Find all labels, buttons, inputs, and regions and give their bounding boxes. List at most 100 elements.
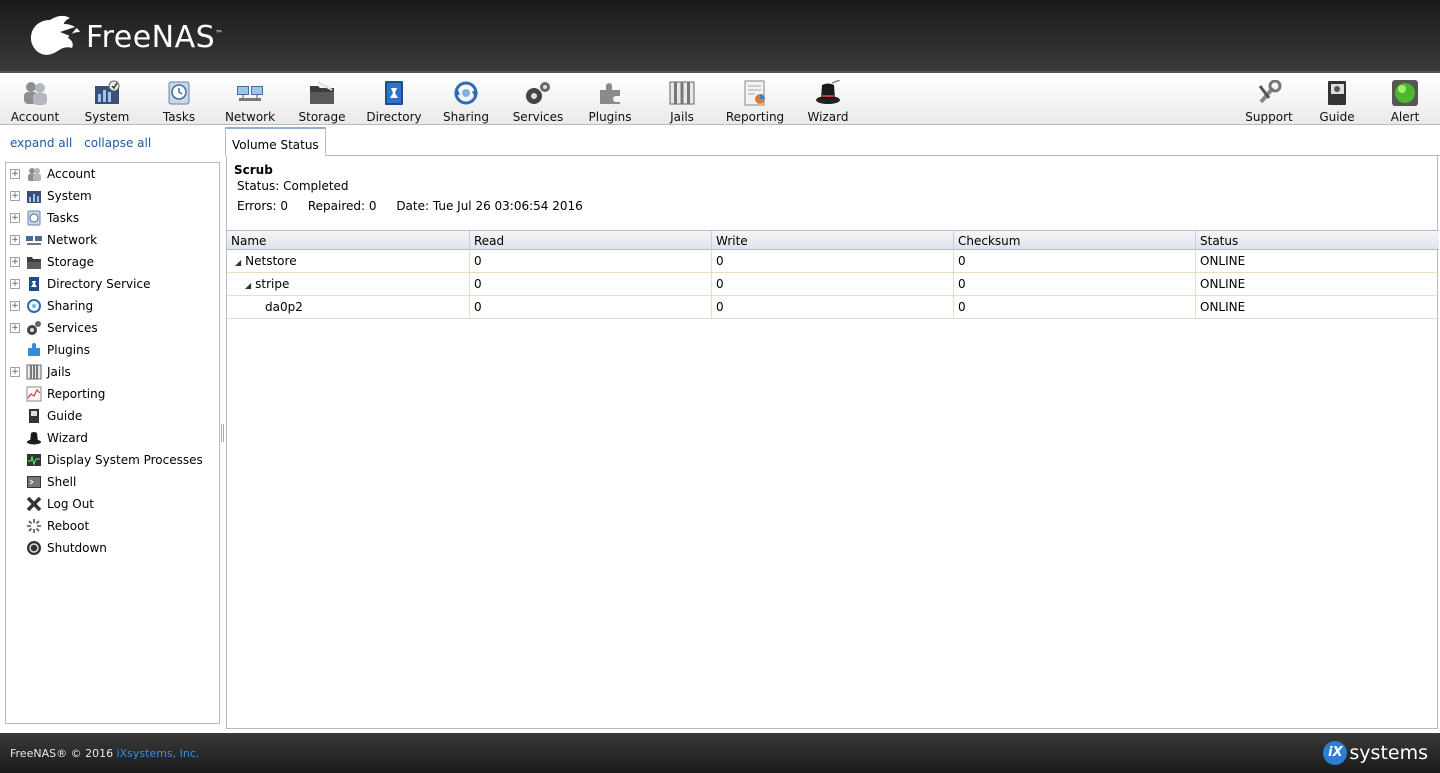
tree-item-sharing[interactable]: + Sharing	[6, 295, 219, 317]
volume-status-grid: Name Read Write Checksum Status ◢ Netstor…	[227, 230, 1439, 319]
tree-item-display-system-processes[interactable]: Display System Processes	[6, 449, 219, 471]
services-icon	[526, 82, 550, 104]
network-icon	[237, 86, 263, 101]
expand-toggle[interactable]: +	[10, 279, 20, 289]
tasks-icon	[168, 81, 190, 105]
row-read-cell: 0	[470, 296, 712, 318]
toolbar-wizard-button[interactable]: Wizard	[792, 78, 864, 124]
reboot-icon	[27, 519, 41, 533]
toolbar-sharing-button[interactable]: Sharing	[430, 78, 502, 124]
network-icon	[26, 236, 42, 245]
tree-item-shell[interactable]: Shell	[6, 471, 219, 493]
tree-item-account[interactable]: + Account	[6, 163, 219, 185]
tree-item-log-out[interactable]: Log Out	[6, 493, 219, 515]
collapse-triangle-icon[interactable]: ◢	[245, 275, 251, 297]
ixsystems-link[interactable]: iXsystems, Inc.	[117, 747, 200, 760]
scrub-date: Date: Tue Jul 26 03:06:54 2016	[396, 199, 583, 213]
volume-status-panel: Scrub Status: Completed Errors: 0 Repair…	[226, 156, 1439, 729]
toolbar-directory-button[interactable]: Directory	[358, 78, 430, 124]
expand-toggle[interactable]: +	[10, 301, 20, 311]
tasks-icon	[27, 210, 41, 226]
column-header-status[interactable]: Status	[1196, 231, 1439, 250]
scrub-repaired: Repaired: 0	[307, 199, 377, 213]
sharing-icon	[454, 81, 478, 105]
content-tab-bar: Volume Status	[225, 127, 1440, 156]
account-icon	[28, 168, 41, 181]
tree-item-plugins[interactable]: Plugins	[6, 339, 219, 361]
row-write-cell: 0	[712, 273, 954, 295]
account-icon	[24, 82, 47, 105]
tree-item-guide[interactable]: Guide	[6, 405, 219, 427]
directory-icon	[385, 81, 403, 105]
row-name-cell: ◢ Netstore	[227, 250, 470, 272]
tree-item-wizard[interactable]: Wizard	[6, 427, 219, 449]
toolbar-plugins-button[interactable]: Plugins	[574, 78, 646, 124]
row-read-cell: 0	[470, 250, 712, 272]
ixsystems-logo[interactable]: iX systems	[1323, 741, 1428, 765]
shutdown-icon	[27, 541, 41, 555]
system-icon	[95, 80, 120, 104]
toolbar-storage-button[interactable]: Storage	[286, 78, 358, 124]
tree-item-services[interactable]: + Services	[6, 317, 219, 339]
row-status-cell: ONLINE	[1200, 277, 1246, 291]
column-header-checksum[interactable]: Checksum	[954, 231, 1196, 250]
tree-item-jails[interactable]: + Jails	[6, 361, 219, 383]
table-row[interactable]: ◢ stripe 0 0 0 ONLINE	[227, 273, 1439, 296]
expand-toggle[interactable]: +	[10, 213, 20, 223]
services-icon	[27, 321, 41, 335]
collapse-triangle-icon[interactable]: ◢	[235, 252, 241, 274]
toolbar-reporting-button[interactable]: Reporting	[719, 78, 791, 124]
directory-icon	[29, 277, 39, 291]
expand-all-link[interactable]: expand all	[10, 136, 72, 150]
jails-icon	[26, 364, 42, 380]
tree-item-shutdown[interactable]: Shutdown	[6, 537, 219, 559]
expand-toggle[interactable]: +	[10, 191, 20, 201]
collapse-all-link[interactable]: collapse all	[84, 136, 151, 150]
footer-copyright: FreeNAS® © 2016 iXsystems, Inc.	[10, 747, 200, 760]
ix-badge-icon: iX	[1323, 741, 1348, 765]
tree-item-reboot[interactable]: Reboot	[6, 515, 219, 537]
row-checksum-cell: 0	[954, 273, 1196, 295]
scrub-heading: Scrub	[234, 163, 273, 177]
scrub-status: Status: Completed	[237, 179, 349, 193]
table-row[interactable]: da0p2 0 0 0 ONLINE	[227, 296, 1439, 319]
tree-item-network[interactable]: + Network	[6, 229, 219, 251]
tab-volume-status[interactable]: Volume Status	[225, 127, 326, 156]
freenas-logo[interactable]: FreeNAS™	[26, 14, 224, 60]
wizard-icon	[27, 432, 41, 445]
row-checksum-cell: 0	[954, 296, 1196, 318]
toolbar-support-button[interactable]: Support	[1233, 78, 1305, 124]
expand-toggle[interactable]: +	[10, 323, 20, 333]
row-read-cell: 0	[470, 273, 712, 295]
column-header-name[interactable]: Name	[227, 231, 470, 250]
tree-expand-controls: expand all collapse all	[10, 136, 159, 150]
table-row[interactable]: ◢ Netstore 0 0 0 ONLINE	[227, 250, 1439, 273]
pane-splitter-handle[interactable]	[221, 424, 224, 442]
row-status-cell: ONLINE	[1200, 254, 1246, 268]
toolbar-tasks-button[interactable]: Tasks	[143, 78, 215, 124]
column-header-write[interactable]: Write	[712, 231, 954, 250]
toolbar-alert-button[interactable]: Alert	[1369, 78, 1440, 124]
row-write-cell: 0	[712, 296, 954, 318]
tree-item-reporting[interactable]: Reporting	[6, 383, 219, 405]
column-header-read[interactable]: Read	[470, 231, 712, 250]
toolbar-network-button[interactable]: Network	[214, 78, 286, 124]
expand-toggle[interactable]: +	[10, 235, 20, 245]
reporting-icon	[26, 386, 42, 402]
toolbar-guide-button[interactable]: Guide	[1301, 78, 1373, 124]
tree-item-directory-service[interactable]: + Directory Service	[6, 273, 219, 295]
toolbar-jails-button[interactable]: Jails	[646, 78, 718, 124]
expand-toggle[interactable]: +	[10, 257, 20, 267]
toolbar-account-button[interactable]: Account	[0, 78, 71, 124]
toolbar-services-button[interactable]: Services	[502, 78, 574, 124]
plugins-icon	[600, 83, 620, 104]
expand-toggle[interactable]: +	[10, 169, 20, 179]
app-header: FreeNAS™	[0, 0, 1440, 73]
toolbar-system-button[interactable]: System	[71, 78, 143, 124]
tree-item-storage[interactable]: + Storage	[6, 251, 219, 273]
tree-item-system[interactable]: + System	[6, 185, 219, 207]
expand-toggle[interactable]: +	[10, 367, 20, 377]
tree-item-tasks[interactable]: + Tasks	[6, 207, 219, 229]
storage-icon	[310, 81, 334, 104]
storage-icon	[27, 257, 41, 269]
